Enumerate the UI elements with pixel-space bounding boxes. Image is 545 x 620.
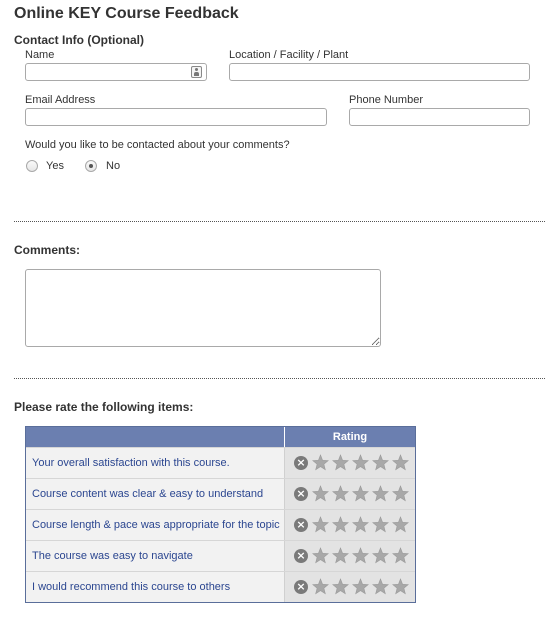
phone-field[interactable] [349, 108, 530, 126]
star-icon[interactable] [312, 454, 329, 471]
clear-rating-icon[interactable]: × [294, 487, 308, 501]
table-row: Your overall satisfaction with this cour… [26, 447, 415, 478]
star-icon[interactable] [392, 485, 409, 502]
comments-label: Comments: [14, 243, 81, 257]
star-icon[interactable] [332, 485, 349, 502]
rating-grid: Rating Your overall satisfaction with th… [25, 426, 416, 603]
rating-item-label: Course content was clear & easy to under… [32, 488, 264, 500]
star-icon[interactable] [392, 578, 409, 595]
radio-no[interactable] [85, 160, 97, 172]
clear-rating-icon[interactable]: × [294, 549, 308, 563]
rating-cell: × [284, 541, 415, 571]
star-icon[interactable] [332, 547, 349, 564]
email-field[interactable] [25, 108, 327, 126]
rating-prompt: Please rate the following items: [14, 400, 194, 414]
star-icon[interactable] [372, 454, 389, 471]
star-icon[interactable] [312, 547, 329, 564]
star-icon[interactable] [352, 454, 369, 471]
table-row: Course length & pace was appropriate for… [26, 509, 415, 540]
rating-grid-header: Rating [26, 427, 415, 447]
star-icon[interactable] [332, 578, 349, 595]
rating-item-label: I would recommend this course to others [32, 581, 231, 593]
clear-rating-icon[interactable]: × [294, 456, 308, 470]
clear-rating-icon[interactable]: × [294, 580, 308, 594]
radio-yes-label[interactable]: Yes [46, 160, 64, 172]
table-row: I would recommend this course to others × [26, 571, 415, 602]
rating-grid-body: Your overall satisfaction with this cour… [26, 447, 415, 602]
rating-cell: × [284, 448, 415, 478]
table-row: The course was easy to navigate × [26, 540, 415, 571]
star-icon[interactable] [312, 516, 329, 533]
radio-no-label[interactable]: No [106, 160, 120, 172]
email-label: Email Address [25, 94, 96, 106]
rating-cell: × [284, 572, 415, 602]
location-field[interactable] [229, 63, 530, 81]
contact-section-title: Contact Info (Optional) [14, 33, 144, 47]
star-icon[interactable] [392, 516, 409, 533]
star-icon[interactable] [392, 547, 409, 564]
star-icon[interactable] [352, 485, 369, 502]
star-icon[interactable] [372, 516, 389, 533]
phone-label: Phone Number [349, 94, 423, 106]
star-icon[interactable] [352, 547, 369, 564]
page-title: Online KEY Course Feedback [14, 5, 239, 22]
table-row: Course content was clear & easy to under… [26, 478, 415, 509]
star-icon[interactable] [352, 578, 369, 595]
contact-card-icon[interactable] [191, 66, 202, 78]
section-divider [14, 221, 545, 222]
section-divider [14, 378, 545, 379]
star-icon[interactable] [312, 578, 329, 595]
star-icon[interactable] [332, 454, 349, 471]
star-icon[interactable] [352, 516, 369, 533]
star-icon[interactable] [392, 454, 409, 471]
star-icon[interactable] [312, 485, 329, 502]
star-icon[interactable] [372, 547, 389, 564]
rating-cell: × [284, 510, 415, 540]
star-icon[interactable] [372, 485, 389, 502]
rating-column-header: Rating [284, 427, 415, 447]
rating-item-label: Your overall satisfaction with this cour… [32, 457, 230, 469]
rating-cell: × [284, 479, 415, 509]
location-label: Location / Facility / Plant [229, 49, 349, 61]
rating-item-label: Course length & pace was appropriate for… [32, 519, 280, 531]
radio-yes[interactable] [26, 160, 38, 172]
star-icon[interactable] [332, 516, 349, 533]
name-field[interactable] [25, 63, 207, 81]
comments-textarea[interactable] [25, 269, 381, 347]
name-label: Name [25, 49, 55, 61]
star-icon[interactable] [372, 578, 389, 595]
contact-question: Would you like to be contacted about you… [25, 139, 290, 151]
rating-item-label: The course was easy to navigate [32, 550, 193, 562]
clear-rating-icon[interactable]: × [294, 518, 308, 532]
